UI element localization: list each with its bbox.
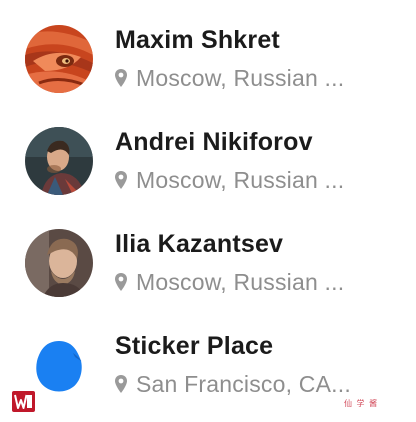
contact-location: San Francisco, CA...: [114, 370, 351, 398]
contact-row-sticker-place[interactable]: Sticker Place San Francisco, CA...: [0, 306, 416, 408]
contact-row-ilia-kazantsev[interactable]: Ilia Kazantsev Moscow, Russian ...: [0, 204, 416, 306]
sticker-logo-icon: [36, 341, 82, 392]
location-text: Moscow, Russian ...: [136, 268, 345, 295]
contact-location: Moscow, Russian ...: [114, 166, 344, 194]
location-text: Moscow, Russian ...: [136, 64, 345, 91]
contact-row-andrei-nikiforov[interactable]: Andrei Nikiforov Moscow, Russian ...: [0, 102, 416, 204]
contact-row-maxim-shkret[interactable]: Maxim Shkret Moscow, Russian ...: [0, 0, 416, 102]
dragon-art-icon: [25, 25, 93, 93]
watermark-text: 仙 学 酱: [344, 399, 379, 408]
contact-name: Maxim Shkret: [115, 26, 280, 54]
contact-location: Moscow, Russian ...: [114, 268, 344, 296]
avatar: [25, 25, 93, 93]
map-pin-icon: [115, 375, 127, 393]
location-text: San Francisco, CA...: [136, 370, 351, 397]
location-text: Moscow, Russian ...: [136, 166, 345, 193]
contact-name: Andrei Nikiforov: [115, 128, 313, 156]
man-photo-icon: [25, 127, 93, 195]
avatar: [25, 331, 93, 399]
contact-name: Ilia Kazantsev: [115, 230, 284, 258]
map-pin-icon: [115, 69, 127, 87]
app-logo-icon: [12, 391, 35, 412]
avatar: [25, 127, 93, 195]
contact-location: Moscow, Russian ...: [114, 64, 344, 92]
man-photo-icon: [25, 229, 93, 297]
contact-name: Sticker Place: [115, 332, 274, 360]
map-pin-icon: [115, 171, 127, 189]
avatar: [25, 229, 93, 297]
map-pin-icon: [115, 273, 127, 291]
